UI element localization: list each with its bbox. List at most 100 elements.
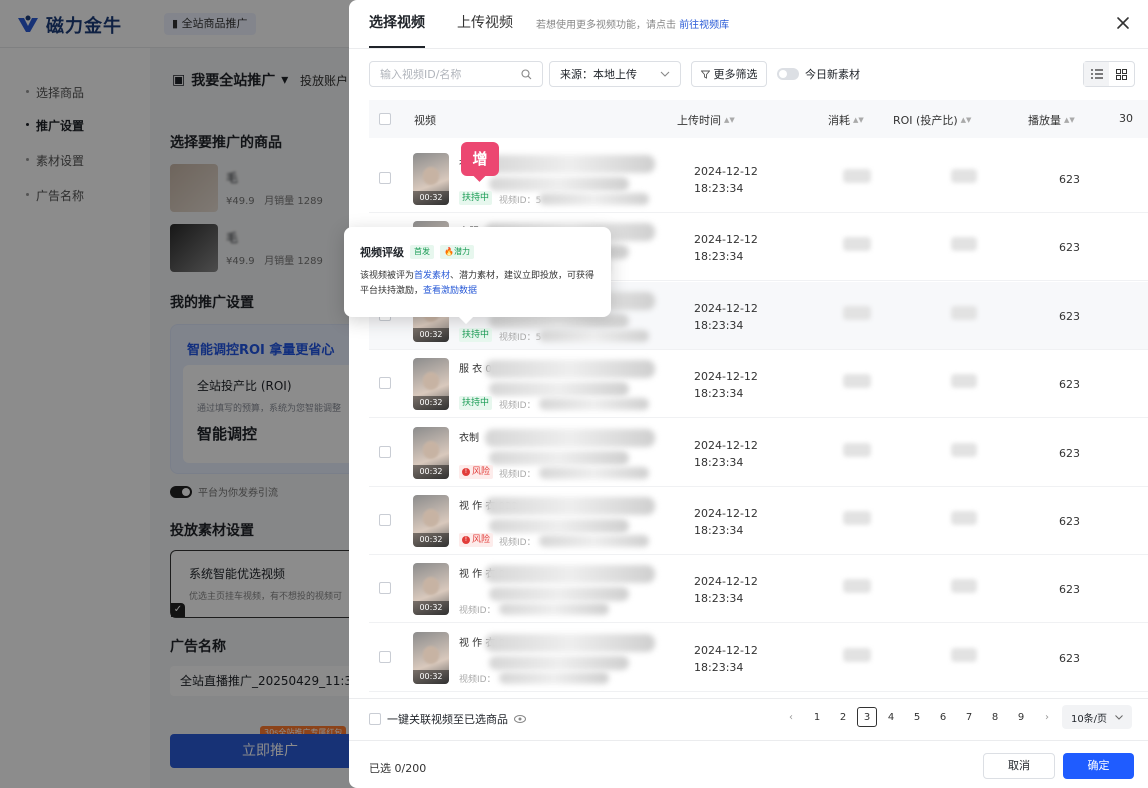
roi-value-blur xyxy=(951,169,977,183)
redaction-blur xyxy=(489,450,629,465)
link-all-checkbox[interactable] xyxy=(369,713,381,725)
redaction-blur xyxy=(489,519,629,533)
table-row[interactable]: 00:32 衣制 ! 风险 视频ID： 2024-12-12 18:23:34 62… xyxy=(369,419,1148,487)
support-badge[interactable]: 扶持中 xyxy=(459,191,493,205)
redaction-blur xyxy=(485,633,655,652)
table-row[interactable]: 00:32 视 作 衣 030 !风险 视频ID： 2024-12-1218:2… xyxy=(369,487,1148,555)
page-number[interactable]: 8 xyxy=(983,707,1007,727)
eye-icon[interactable] xyxy=(514,714,526,724)
selected-count: 已选 0/200 xyxy=(369,762,427,775)
page-number[interactable]: 2 xyxy=(831,707,855,727)
redaction-blur xyxy=(489,655,629,670)
link-all-row[interactable]: 一键关联视频至已选商品 xyxy=(369,711,526,727)
redaction-blur xyxy=(489,382,629,397)
cost-value-blur xyxy=(843,237,871,252)
video-library-link[interactable]: 前往视频库 xyxy=(679,20,729,31)
roi-value-blur xyxy=(951,511,977,525)
table-row[interactable]: 00:32 视 作 衣 0 视频ID： 2024-12-12 18:23:34 6… xyxy=(369,624,1148,692)
video-thumbnail[interactable]: 00:32 xyxy=(413,631,449,684)
col-upload-time[interactable]: 上传时间 ▲▼ xyxy=(677,112,735,128)
roi-value-blur xyxy=(951,374,977,389)
video-thumbnail[interactable]: 00:32 xyxy=(413,358,449,411)
row-checkbox[interactable] xyxy=(379,445,391,458)
roi-value-blur xyxy=(951,305,977,320)
cost-value-blur xyxy=(843,442,871,457)
play-count: 623 xyxy=(1059,446,1080,460)
support-badge[interactable]: 扶持中 xyxy=(459,396,493,411)
list-view-icon[interactable] xyxy=(1084,62,1109,86)
first-release-link[interactable]: 首发素材 xyxy=(414,271,450,281)
chip-potential: 🔥潜力 xyxy=(440,245,474,259)
redaction-blur xyxy=(485,497,655,515)
page-number[interactable]: 4 xyxy=(879,707,903,727)
video-duration: 00:32 xyxy=(413,396,449,411)
row-checkbox[interactable] xyxy=(379,514,391,526)
tooltip-title: 视频评级 首发 🔥潜力 xyxy=(360,244,474,260)
select-all-checkbox[interactable] xyxy=(379,113,391,125)
row-checkbox[interactable] xyxy=(379,650,391,663)
row-checkbox[interactable] xyxy=(379,582,391,595)
col-30[interactable]: 30 xyxy=(1119,112,1133,125)
warning-icon: ! xyxy=(462,467,470,476)
chevron-down-icon xyxy=(660,71,670,77)
source-select[interactable]: 来源：本地上传 xyxy=(549,61,681,87)
video-thumbnail[interactable]: 00:32 xyxy=(413,563,449,616)
video-thumbnail[interactable]: 00:32 xyxy=(413,153,449,205)
source-select-value: 来源：本地上传 xyxy=(560,68,637,81)
upload-time: 2024-12-12 18:23:34 xyxy=(694,301,758,332)
page-number[interactable]: 5 xyxy=(905,707,929,727)
page-number[interactable]: 1 xyxy=(805,707,829,727)
tab-select-video[interactable]: 选择视频 xyxy=(369,0,425,48)
video-id: 视频ID： xyxy=(459,674,496,685)
table-row[interactable]: 00:32 视 作 衣 0 视频ID： 2024-12-12 18:23:34 6… xyxy=(369,555,1148,624)
more-filter-button[interactable]: 更多筛选 xyxy=(691,61,767,87)
page-number[interactable]: 6 xyxy=(931,707,955,727)
incentive-data-link[interactable]: 查看激励数据 xyxy=(423,286,477,296)
search-input[interactable]: 输入视频ID/名称 xyxy=(369,61,543,87)
upload-time: 2024-12-12 18:23:34 xyxy=(694,438,758,469)
tab-upload-video[interactable]: 上传视频 xyxy=(457,0,513,48)
cost-value-blur xyxy=(843,169,871,183)
risk-badge[interactable]: ! 风险 xyxy=(459,464,494,479)
roi-value-blur xyxy=(951,442,977,457)
table-row[interactable]: 00:32 服 衣 0 扶持中 视频ID： 2024-12-12 18:23:34… xyxy=(369,350,1148,419)
video-thumbnail[interactable]: 00:32 xyxy=(413,426,449,479)
redaction-blur xyxy=(539,535,649,547)
video-thumbnail[interactable]: 00:32 xyxy=(413,495,449,547)
support-badge[interactable]: 扶持中 xyxy=(459,327,493,342)
page-number[interactable]: 9 xyxy=(1009,707,1033,727)
col-plays[interactable]: 播放量 ▲▼ xyxy=(1028,112,1075,128)
redaction-blur xyxy=(485,428,655,447)
redaction-blur xyxy=(539,398,649,411)
grid-view-icon[interactable] xyxy=(1109,62,1134,86)
row-checkbox[interactable] xyxy=(379,377,391,390)
cancel-button[interactable]: 取消 xyxy=(983,753,1055,779)
redaction-blur xyxy=(485,155,655,173)
cost-value-blur xyxy=(843,305,871,320)
sort-icon: ▲▼ xyxy=(960,116,972,124)
cost-value-blur xyxy=(843,579,871,594)
risk-badge[interactable]: ! 风险 xyxy=(459,533,494,547)
toggle-switch[interactable] xyxy=(777,68,799,80)
view-toggle xyxy=(1083,61,1135,87)
row-checkbox[interactable] xyxy=(379,172,391,184)
close-icon[interactable] xyxy=(1114,14,1132,32)
page-number[interactable]: 7 xyxy=(957,707,981,727)
new-today-toggle[interactable]: 今日新素材 xyxy=(777,66,860,82)
play-count: 623 xyxy=(1059,241,1080,255)
page-number[interactable]: 3 xyxy=(857,707,877,727)
confirm-button[interactable]: 确定 xyxy=(1063,753,1134,779)
divider xyxy=(349,48,1148,49)
col-cost[interactable]: 消耗 ▲▼ xyxy=(828,112,864,128)
redaction-blur xyxy=(499,671,609,684)
video-id: 视频ID： xyxy=(459,606,496,617)
prev-page-icon[interactable]: ‹ xyxy=(779,707,803,727)
next-page-icon[interactable]: › xyxy=(1035,707,1059,727)
col-video: 视频 xyxy=(414,114,436,127)
cost-value-blur xyxy=(843,511,871,525)
per-page-select[interactable]: 10条/页 xyxy=(1062,705,1132,729)
flame-icon: 🔥 xyxy=(444,247,454,256)
play-count: 623 xyxy=(1059,378,1080,392)
col-roi[interactable]: ROI (投产比) ▲▼ xyxy=(893,112,971,128)
video-id: 视频ID：5 xyxy=(499,332,542,343)
